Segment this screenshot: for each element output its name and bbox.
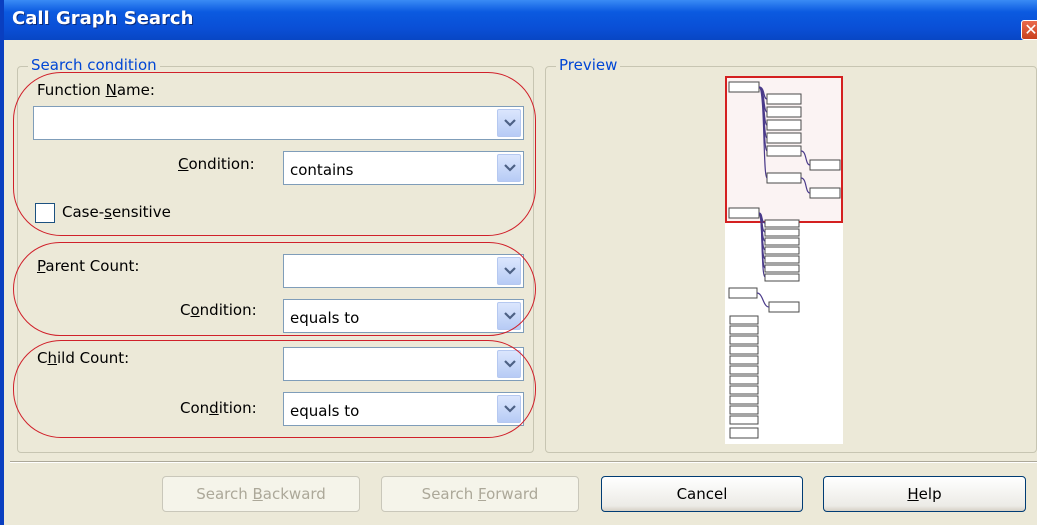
help-button[interactable]: Help bbox=[823, 476, 1026, 512]
chevron-down-icon[interactable] bbox=[497, 350, 521, 378]
search-forward-button[interactable]: Search Forward bbox=[381, 476, 579, 512]
cancel-button[interactable]: Cancel bbox=[601, 476, 803, 512]
chevron-down-icon[interactable] bbox=[497, 395, 521, 423]
parent-count-combo[interactable] bbox=[283, 254, 524, 288]
search-backward-button[interactable]: Search Backward bbox=[162, 476, 360, 512]
preview-title: Preview bbox=[556, 56, 621, 74]
function-condition-value: contains bbox=[290, 161, 354, 179]
call-graph-search-dialog: Call Graph Search ✕ Search condition Fun… bbox=[0, 0, 1037, 525]
parent-condition-label: Condition: bbox=[180, 301, 257, 319]
case-sensitive-label[interactable]: Case-sensitive bbox=[62, 203, 171, 221]
close-icon[interactable]: ✕ bbox=[1021, 20, 1037, 40]
function-name-combo[interactable] bbox=[33, 106, 524, 140]
search-condition-title: Search condition bbox=[28, 56, 160, 74]
window-title: Call Graph Search bbox=[12, 8, 194, 29]
call-graph-thumbnail bbox=[725, 76, 843, 439]
function-condition-combo[interactable]: contains bbox=[283, 151, 524, 185]
title-bar[interactable]: Call Graph Search bbox=[4, 0, 1037, 40]
case-sensitive-checkbox[interactable] bbox=[35, 203, 55, 223]
chevron-down-icon[interactable] bbox=[497, 257, 521, 285]
call-graph-preview[interactable] bbox=[725, 76, 843, 444]
chevron-down-icon[interactable] bbox=[497, 109, 521, 137]
function-name-label: Function Name: bbox=[37, 81, 155, 99]
child-condition-combo[interactable]: equals to bbox=[283, 392, 524, 426]
child-count-label: Child Count: bbox=[37, 349, 130, 367]
chevron-down-icon[interactable] bbox=[497, 302, 521, 330]
parent-condition-value: equals to bbox=[290, 309, 360, 327]
child-count-combo[interactable] bbox=[283, 347, 524, 381]
child-condition-value: equals to bbox=[290, 402, 360, 420]
parent-condition-combo[interactable]: equals to bbox=[283, 299, 524, 333]
footer-separator bbox=[10, 461, 1037, 463]
child-condition-label: Condition: bbox=[180, 399, 257, 417]
function-condition-label: Condition: bbox=[178, 155, 255, 173]
parent-count-label: Parent Count: bbox=[37, 257, 140, 275]
chevron-down-icon[interactable] bbox=[497, 154, 521, 182]
